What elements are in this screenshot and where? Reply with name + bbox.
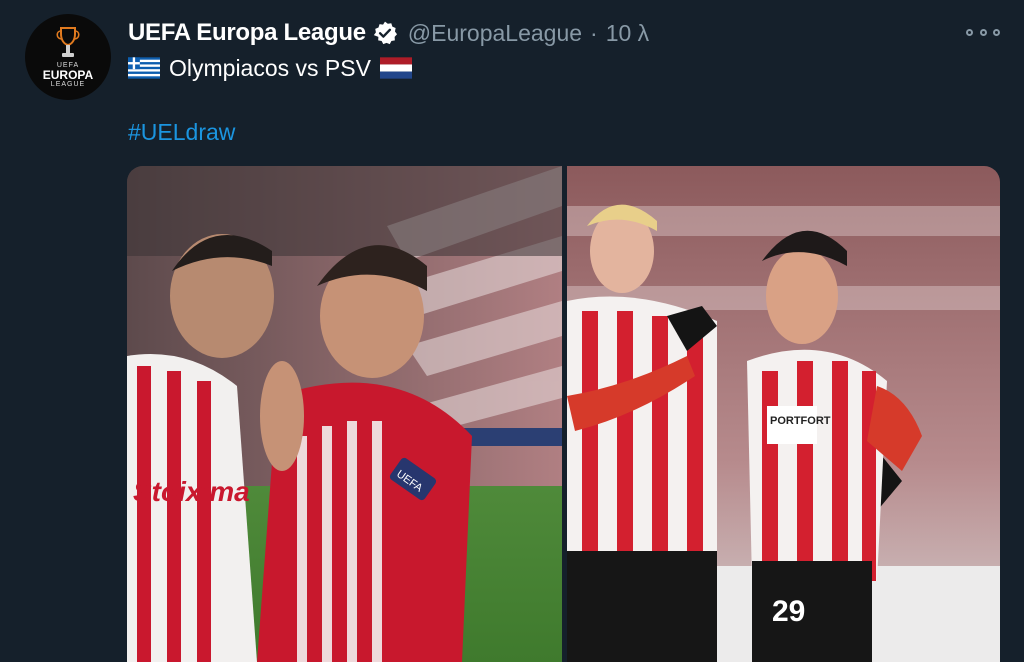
tweet-text-content: Olympiacos vs PSV	[169, 54, 371, 81]
logo-league-text: LEAGUE	[50, 81, 86, 88]
greece-flag-icon	[128, 57, 160, 79]
europa-trophy-icon	[56, 27, 80, 57]
more-options-icon[interactable]	[966, 22, 1000, 42]
tweet-media[interactable]: Stoixima UEFA PORTFORT 29	[127, 166, 1000, 662]
tweet-timestamp[interactable]: 10 λ	[606, 20, 649, 47]
logo-europa-text: EUROPA	[42, 68, 94, 82]
verified-badge-icon	[373, 21, 397, 45]
left-shirt-sponsor: Stoixima	[133, 476, 250, 507]
olympiacos-photo[interactable]: Stoixima UEFA	[127, 166, 562, 662]
profile-avatar[interactable]: UEFA EUROPA LEAGUE	[25, 14, 111, 100]
psv-players-image: PORTFORT 29	[567, 166, 1000, 662]
right-shirt-sponsor: PORTFORT	[770, 415, 831, 427]
separator-dot: ·	[590, 19, 598, 46]
netherlands-flag-icon	[379, 57, 412, 79]
author-handle[interactable]: @EuropaLeague	[408, 20, 582, 47]
tweet-text: Olympiacos vs PSV	[128, 54, 412, 82]
olympiacos-players-image: Stoixima UEFA	[127, 166, 562, 662]
right-shorts-number: 29	[772, 595, 805, 628]
tweet-header: UEFA Europa League @EuropaLeague · 10 λ	[128, 17, 649, 49]
author-name[interactable]: UEFA Europa League	[128, 19, 366, 47]
hashtag-link[interactable]: #UELdraw	[128, 119, 235, 146]
psv-photo[interactable]: PORTFORT 29	[567, 166, 1000, 662]
